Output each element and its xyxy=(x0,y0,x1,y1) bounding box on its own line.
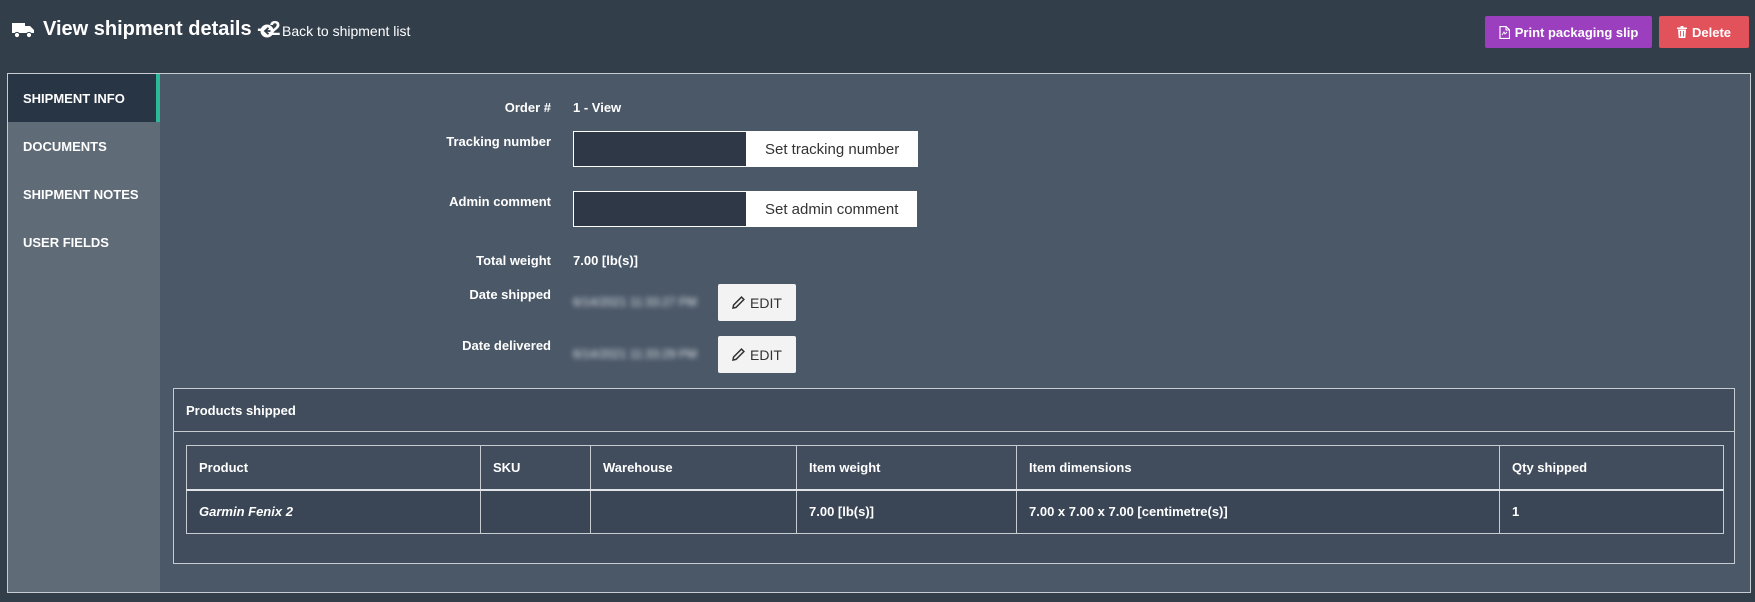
tab-user-fields[interactable]: USER FIELDS xyxy=(8,218,160,266)
tab-shipment-notes[interactable]: SHIPMENT NOTES xyxy=(8,170,160,218)
tab-label: DOCUMENTS xyxy=(23,138,107,154)
page-heading: View shipment details - 2 xyxy=(43,18,281,40)
tracking-number-input[interactable] xyxy=(574,132,747,166)
products-shipped-card: Products shipped Product SKU Warehouse I… xyxy=(173,388,1735,564)
truck-icon xyxy=(12,22,34,38)
top-bar: View shipment details - 2 Back to shipme… xyxy=(0,0,1755,68)
column-header-product: Product xyxy=(186,445,481,491)
tracking-number-group: Set tracking number xyxy=(573,131,919,167)
products-shipped-title: Products shipped xyxy=(174,389,1734,432)
edit-label: EDIT xyxy=(750,346,782,363)
pdf-file-icon xyxy=(1499,25,1510,39)
item-weight-cell: 7.00 [lb(s)] xyxy=(796,489,1017,534)
set-tracking-number-button[interactable]: Set tracking number xyxy=(747,132,918,166)
date-shipped-value: 6/14/2021 11:33:27 PM xyxy=(573,295,697,309)
column-header-item-weight: Item weight xyxy=(796,445,1017,491)
sidebar: SHIPMENT INFO DOCUMENTS SHIPMENT NOTES U… xyxy=(8,74,160,592)
total-weight-value: 7.00 [lb(s)] xyxy=(573,253,639,268)
shipment-panel: SHIPMENT INFO DOCUMENTS SHIPMENT NOTES U… xyxy=(7,73,1751,593)
table-header-row: Product SKU Warehouse Item weight Item d… xyxy=(186,445,1724,491)
page-title: View shipment details - 2 xyxy=(12,18,280,41)
back-link-label: Back to shipment list xyxy=(282,23,411,39)
edit-label: EDIT xyxy=(750,294,782,311)
column-header-item-dimensions: Item dimensions xyxy=(1016,445,1500,491)
admin-comment-group: Set admin comment xyxy=(573,191,918,227)
column-header-qty-shipped: Qty shipped xyxy=(1499,445,1724,491)
tab-shipment-info[interactable]: SHIPMENT INFO xyxy=(8,74,160,122)
tab-label: SHIPMENT INFO xyxy=(23,90,125,106)
arrow-circle-left-icon xyxy=(260,24,274,38)
admin-comment-input[interactable] xyxy=(574,192,747,226)
sku-cell xyxy=(480,489,591,534)
order-value: 1 - View xyxy=(573,100,622,115)
print-button-label: Print packaging slip xyxy=(1514,24,1639,40)
pencil-icon xyxy=(732,296,746,309)
product-name-cell[interactable]: Garmin Fenix 2 xyxy=(186,489,481,534)
date-delivered-label: Date delivered xyxy=(462,338,551,353)
pencil-icon xyxy=(732,348,746,361)
back-to-list-link[interactable]: Back to shipment list xyxy=(260,23,410,39)
order-label: Order # xyxy=(504,100,551,115)
qty-shipped-cell: 1 xyxy=(1499,489,1724,534)
set-admin-comment-button[interactable]: Set admin comment xyxy=(747,192,917,226)
total-weight-label: Total weight xyxy=(476,253,551,268)
delete-button[interactable]: Delete xyxy=(1659,16,1749,48)
print-packaging-slip-button[interactable]: Print packaging slip xyxy=(1485,16,1652,48)
item-dimensions-cell: 7.00 x 7.00 x 7.00 [centimetre(s)] xyxy=(1016,489,1500,534)
tracking-number-label: Tracking number xyxy=(446,134,551,149)
products-table: Product SKU Warehouse Item weight Item d… xyxy=(186,445,1724,534)
column-header-sku: SKU xyxy=(480,445,591,491)
column-header-warehouse: Warehouse xyxy=(590,445,797,491)
edit-date-shipped-button[interactable]: EDIT xyxy=(718,284,796,321)
tab-label: USER FIELDS xyxy=(23,234,109,250)
edit-date-delivered-button[interactable]: EDIT xyxy=(718,336,796,373)
admin-comment-label: Admin comment xyxy=(449,194,551,209)
table-row: Garmin Fenix 2 7.00 [lb(s)] 7.00 x 7.00 … xyxy=(186,489,1724,534)
trash-icon xyxy=(1676,26,1687,38)
tab-label: SHIPMENT NOTES xyxy=(23,186,139,202)
delete-button-label: Delete xyxy=(1691,24,1732,40)
date-shipped-label: Date shipped xyxy=(469,287,551,302)
date-delivered-value: 6/14/2021 11:33:29 PM xyxy=(573,347,697,361)
tab-documents[interactable]: DOCUMENTS xyxy=(8,122,160,170)
warehouse-cell xyxy=(590,489,797,534)
